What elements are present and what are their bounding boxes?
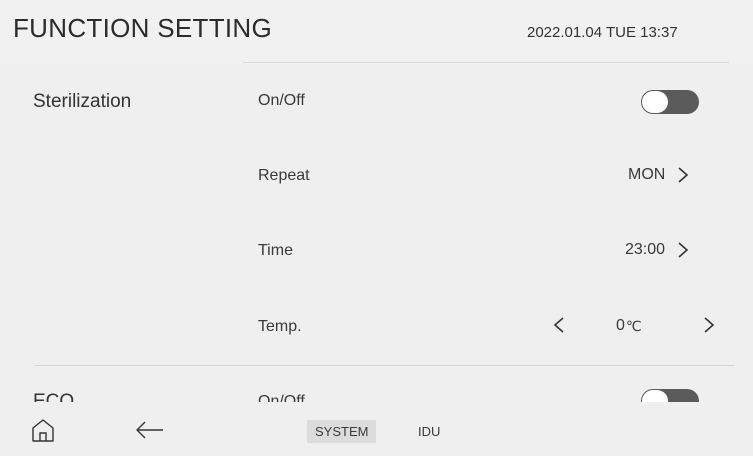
toggle-knob: [642, 390, 668, 402]
header-divider: [243, 62, 729, 63]
row-label-time: Time: [258, 242, 293, 259]
repeat-selector[interactable]: MON: [628, 165, 693, 185]
time-selector[interactable]: 23:00: [625, 240, 693, 260]
toggle-knob: [642, 91, 668, 113]
temp-value: 0 ℃: [616, 317, 642, 335]
function-setting-screen: FUNCTION SETTING 2022.01.04 TUE 13:37 St…: [0, 0, 753, 456]
tab-system[interactable]: SYSTEM: [307, 420, 377, 443]
time-value: 23:00: [625, 241, 666, 258]
row-label-repeat: Repeat: [258, 167, 310, 184]
temp-number: 0: [616, 317, 625, 334]
chevron-right-icon[interactable]: [699, 315, 719, 335]
row-label-onoff: On/Off: [258, 92, 305, 109]
section-label-eco: ECO: [33, 391, 75, 402]
temp-unit: ℃: [625, 317, 642, 334]
tab-idu[interactable]: IDU: [410, 420, 448, 443]
page-title: FUNCTION SETTING: [13, 13, 273, 43]
eco-toggle[interactable]: [641, 389, 699, 402]
chevron-left-icon[interactable]: [549, 315, 569, 335]
footer-bar: SYSTEM IDU: [0, 402, 753, 456]
chevron-right-icon: [678, 242, 689, 258]
repeat-value: MON: [628, 166, 666, 183]
row-label-onoff: On/Off: [258, 393, 305, 402]
back-arrow-icon[interactable]: [134, 416, 166, 444]
row-label-temp: Temp.: [258, 318, 302, 335]
section-label-sterilization: Sterilization: [33, 91, 132, 112]
header: FUNCTION SETTING 2022.01.04 TUE 13:37: [0, 0, 753, 64]
home-icon[interactable]: [29, 416, 57, 444]
sterilization-toggle[interactable]: [641, 90, 699, 114]
section-divider: [35, 365, 735, 366]
chevron-right-icon: [678, 167, 689, 183]
datetime: 2022.01.04 TUE 13:37: [527, 24, 678, 41]
settings-list[interactable]: Sterilization On/Off Repeat MON Time 23:…: [0, 64, 753, 402]
